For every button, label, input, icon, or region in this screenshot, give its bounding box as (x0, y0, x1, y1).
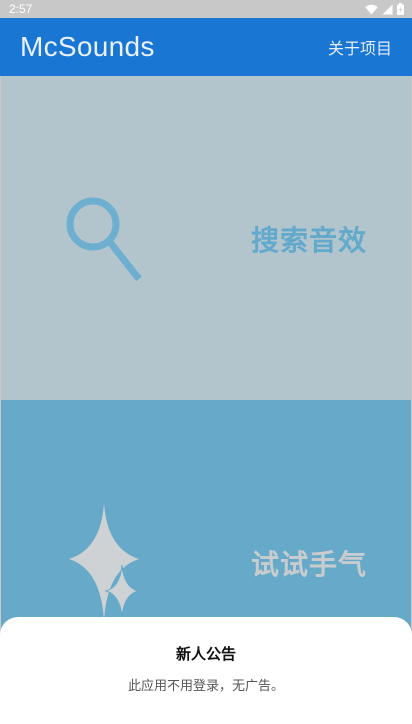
wifi-icon (365, 4, 378, 15)
app-bar: McSounds 关于项目 (0, 18, 412, 76)
status-icons (365, 3, 404, 15)
status-bar: 2:57 (0, 0, 412, 18)
try-luck-label: 试试手气 (251, 548, 368, 581)
announcement-body: 此应用不用登录，无广告。 (127, 679, 284, 694)
search-sounds-card[interactable]: 搜索音效 (1, 76, 411, 400)
about-project-button[interactable]: 关于项目 (328, 35, 392, 59)
status-time: 2:57 (9, 2, 33, 16)
announcement-title: 新人公告 (175, 645, 236, 663)
search-sounds-label: 搜索音效 (251, 224, 368, 257)
sparkle-icon (67, 503, 141, 625)
battery-icon (397, 3, 404, 15)
search-icon (63, 194, 145, 288)
cellular-signal-icon (382, 4, 393, 15)
announcement-sheet[interactable]: 新人公告 此应用不用登录，无广告。 (0, 617, 412, 724)
app-title: McSounds (20, 31, 155, 62)
